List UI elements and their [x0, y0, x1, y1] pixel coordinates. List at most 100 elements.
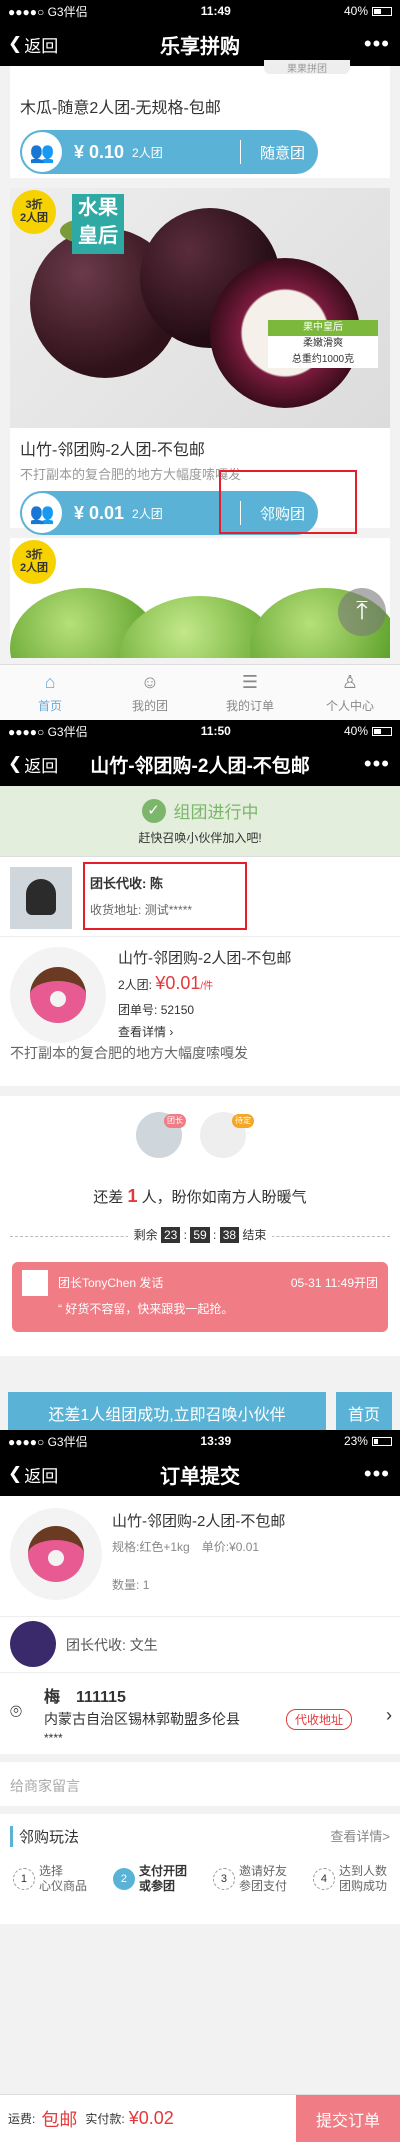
address-text-2: ****: [44, 1731, 63, 1745]
rules-detail-link[interactable]: 查看详情>: [330, 1826, 390, 1845]
price: ¥ 0.01: [74, 502, 125, 523]
status-bar: ●●●●○ G3伴侣 13:39 23%: [0, 1430, 400, 1452]
more-button[interactable]: •••: [364, 751, 390, 777]
freight-value: 包邮: [41, 2109, 78, 2130]
avatar: [10, 1621, 56, 1667]
tab-my-group[interactable]: ☺ 我的团: [100, 665, 200, 720]
chevron-left-icon: ❮: [8, 34, 23, 53]
carrier-label: ●●●●○ G3伴侣: [8, 724, 88, 739]
progress-title: 组团进行中: [173, 803, 259, 822]
order-product: 山竹-邻团购-2人团-不包邮 规格:红色+1kg 单价:¥0.01 数量: 1: [0, 1496, 400, 1616]
invite-button[interactable]: 还差1人组团成功,立即召唤小伙伴: [8, 1392, 326, 1430]
divider: [240, 140, 241, 164]
leader-tag: 团长: [164, 1114, 186, 1128]
time-label: 11:49: [200, 4, 231, 18]
donut-image: [10, 1508, 102, 1600]
avatar: [22, 1270, 48, 1296]
product-card-papaya[interactable]: 果果拼团 木瓜-随意2人团-无规格-包邮 👥 ¥ 0.10 2人团 随意团: [10, 60, 390, 178]
screen-group-detail: ●●●●○ G3伴侣 11:50 40% ❮ 返回 山竹-邻团购-2人团-不包邮 …: [0, 720, 400, 1430]
chevron-left-icon: ❮: [8, 754, 23, 773]
tab-profile[interactable]: ♙ 个人中心: [300, 665, 400, 720]
battery-label: 40%: [343, 4, 368, 18]
page-title: 乐享拼购: [160, 35, 240, 58]
group-no: 52150: [160, 1003, 195, 1017]
carrier-label: ●●●●○ G3伴侣: [8, 1434, 88, 1449]
more-button[interactable]: •••: [364, 1461, 390, 1487]
time-label: 11:50: [200, 724, 231, 738]
back-label: 返回: [24, 36, 59, 56]
rules-block: 邻购玩法 查看详情> 1 选择 心仪商品 2 支付开团 或参团 3 邀请好友 参团支付 4达…: [0, 1814, 400, 1924]
back-button[interactable]: ❮ 返回: [8, 1462, 58, 1487]
page-title: 山竹-邻团购-2人团-不包邮: [90, 755, 310, 777]
screen-order-submit: ●●●●○ G3伴侣 13:39 23% ❮ 返回 订单提交 ••• 山竹-邻团购…: [0, 1430, 400, 2142]
back-button[interactable]: ❮ 返回: [8, 32, 58, 57]
person-icon: ♙: [341, 671, 359, 692]
product-card-mangosteen[interactable]: 水果 皇后 果中皇后 柔嫩滑爽 总重约1000克 3折 2人团 山竹-邻团购-2人团…: [10, 188, 390, 535]
battery-label: 23%: [343, 1434, 368, 1448]
discount-badge: 3折 2人团: [12, 190, 56, 234]
group-people-icon: 👥: [22, 493, 62, 533]
top-tag: 果果拼团: [264, 60, 350, 75]
location-pin-icon: ⌾: [10, 1701, 22, 1723]
step-3: 3 邀请好友 参团支付: [212, 1864, 287, 1894]
product-name: 山竹-邻团购-2人团-不包邮: [20, 442, 205, 459]
step-2: 2 支付开团 或参团: [112, 1864, 187, 1894]
group-no-label: 团单号:: [118, 1003, 158, 1017]
product-name: 山竹-邻团购-2人团-不包邮: [118, 950, 292, 967]
product-summary: 山竹-邻团购-2人团-不包邮 2人团: ¥0.01/件 团单号: 52150 查…: [0, 936, 400, 1086]
leader-message: 团长TonyChen 发话 05-31 11:49开团 “ 好货不容留，快来跟我…: [12, 1262, 388, 1332]
battery-icon: [372, 726, 392, 736]
timer-minutes: 59: [190, 1227, 210, 1243]
product-card-apple[interactable]: 3折 2人团 ⤒: [10, 538, 390, 658]
home-button[interactable]: 首页: [336, 1392, 392, 1430]
timer-seconds: 38: [219, 1227, 240, 1243]
order-icon: ☰: [241, 671, 259, 692]
submit-order-button[interactable]: 提交订单: [296, 2095, 400, 2142]
chevron-left-icon: ❮: [8, 1464, 23, 1483]
price: ¥0.01: [155, 973, 201, 993]
more-button[interactable]: •••: [364, 31, 390, 57]
highlight-box: [83, 862, 247, 930]
group-label: 2人团:: [118, 978, 153, 992]
leader-name: 文生: [129, 1637, 158, 1653]
donut-image: [10, 947, 106, 1043]
avatar: [10, 867, 72, 929]
carrier-label: ●●●●○ G3伴侣: [8, 4, 88, 19]
rules-steps: 1 选择 心仪商品 2 支付开团 或参团 3 邀请好友 参团支付 4 达到人数 团购成功: [0, 1864, 400, 1894]
progress-banner: ✓ 组团进行中 赶快召唤小伙伴加入吧!: [0, 786, 400, 856]
product-name: 山竹-邻团购-2人团-不包邮: [112, 1513, 286, 1530]
back-button[interactable]: ❮ 返回: [8, 752, 58, 777]
proxy-address-tag: 代收地址: [286, 1709, 353, 1730]
progress-sub: 赶快召唤小伙伴加入吧!: [138, 831, 262, 845]
view-detail-link[interactable]: 查看详情 ›: [118, 1023, 173, 1040]
recipient-phone: 111115: [76, 1689, 126, 1706]
group-icon: ☺: [140, 671, 160, 692]
group-people-icon: 👥: [22, 132, 62, 172]
group-count: 2人团: [132, 145, 163, 160]
rules-title: 邻购玩法: [10, 1826, 79, 1847]
quantity: 1: [142, 1578, 150, 1592]
status-bar: ●●●●○ G3伴侣 11:50 40%: [0, 720, 400, 742]
battery-label: 40%: [343, 724, 368, 738]
group-count: 2人团: [132, 506, 163, 521]
step-1: 1 选择 心仪商品: [12, 1864, 87, 1894]
tab-home[interactable]: ⌂ 首页: [0, 665, 100, 720]
banner-label: 水果 皇后: [72, 194, 124, 254]
seller-message-input[interactable]: 给商家留言: [0, 1762, 400, 1806]
group-pill[interactable]: 👥 ¥ 0.10 2人团 随意团: [20, 130, 318, 174]
join-random-button[interactable]: 随意团: [260, 142, 305, 163]
step-4: 4 达到人数 团购成功: [312, 1864, 387, 1894]
bottom-bar: 运费: 包邮 实付款: ¥0.02 提交订单: [0, 2094, 400, 2142]
address-text: 内蒙古自治区锡林郭勒盟多伦县: [44, 1711, 240, 1727]
remain-text: 还差 1 人，盼你如南方人盼暖气: [93, 1186, 307, 1206]
highlight-box: [219, 470, 357, 534]
time-label: 13:39: [200, 1434, 232, 1448]
address-block[interactable]: ⌾ 梅 111115 内蒙古自治区锡林郭勒盟多伦县 **** 代收地址 ›: [0, 1672, 400, 1754]
message-text: “ 好货不容留，快来跟我一起抢。: [58, 1302, 234, 1316]
screen-group-buy-list: ●●●●○ G3伴侣 11:49 40% ❮ 返回 乐享拼购 ••• 果果拼团 木…: [0, 0, 400, 720]
status-bar: ●●●●○ G3伴侣 11:49 40%: [0, 0, 400, 22]
pending-tag: 待定: [232, 1114, 254, 1128]
pay-amount: ¥0.02: [128, 2108, 174, 2128]
tab-my-orders[interactable]: ☰ 我的订单: [200, 665, 300, 720]
back-to-top-icon[interactable]: ⤒: [338, 588, 386, 636]
